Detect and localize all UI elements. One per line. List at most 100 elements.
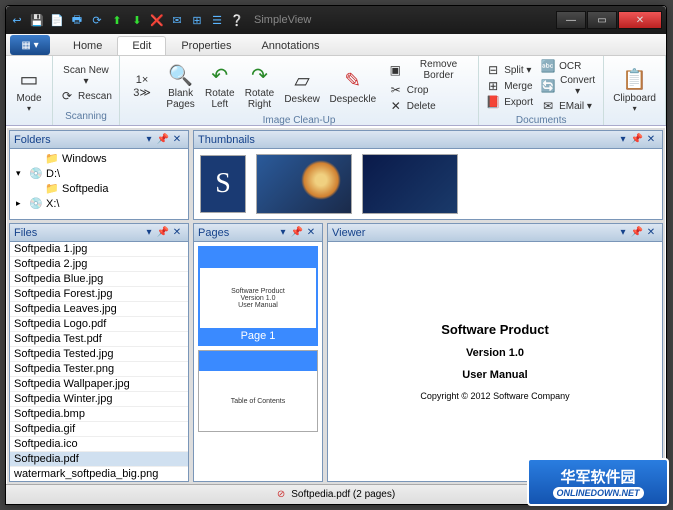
- window-buttons: — ▭ ✕: [555, 11, 662, 29]
- delete-icon: ✕: [389, 99, 403, 113]
- close-panel-icon[interactable]: ✕: [170, 133, 184, 147]
- ocr-button[interactable]: 🔤OCR: [538, 58, 599, 74]
- qat-icon[interactable]: ⬇: [130, 13, 144, 27]
- close-panel-icon[interactable]: ✕: [170, 226, 184, 240]
- blank-pages-icon: 🔍: [167, 62, 195, 88]
- window-title: SimpleView: [254, 14, 555, 26]
- file-item[interactable]: Softpedia Blue.jpg: [10, 272, 188, 287]
- convert-button[interactable]: 🔄Convert ▾: [538, 74, 599, 98]
- thumbnail-item[interactable]: [362, 154, 458, 214]
- email-button[interactable]: ✉EMail ▾: [538, 98, 599, 114]
- file-item[interactable]: Softpedia Wallpaper.jpg: [10, 377, 188, 392]
- split-button[interactable]: ⊟Split ▾: [483, 62, 536, 78]
- file-item[interactable]: Softpedia.gif: [10, 422, 188, 437]
- tab-annotations[interactable]: Annotations: [246, 36, 334, 55]
- folder-tree[interactable]: 📁Windows▾💿D:\📁Softpedia▸💿X:\: [10, 149, 188, 213]
- qat-icon[interactable]: ⊞: [190, 13, 204, 27]
- folder-item[interactable]: 📁Softpedia: [12, 181, 186, 196]
- file-item[interactable]: Softpedia.ico: [10, 437, 188, 452]
- rescan-button[interactable]: ⟳Rescan: [57, 88, 115, 104]
- clipboard-button[interactable]: 📋Clipboard▾: [608, 65, 661, 115]
- tab-edit[interactable]: Edit: [117, 36, 166, 55]
- qat-icon[interactable]: ☰: [210, 13, 224, 27]
- folder-item[interactable]: 📁Windows: [12, 151, 186, 166]
- thumbnails-panel: Thumbnails ▾ 📌 ✕ S: [193, 130, 663, 220]
- file-item[interactable]: Softpedia Tested.jpg: [10, 347, 188, 362]
- mode-button[interactable]: ▭ Mode▾: [10, 65, 48, 115]
- delete-button[interactable]: ✕Delete: [386, 98, 474, 114]
- folder-item[interactable]: ▾💿D:\: [12, 166, 186, 181]
- qat-icon[interactable]: 📄: [50, 13, 64, 27]
- deskew-button[interactable]: ▱Deskew: [280, 66, 323, 107]
- file-item[interactable]: Softpedia Winter.jpg: [10, 392, 188, 407]
- minimize-button[interactable]: —: [556, 11, 586, 29]
- qat-icon[interactable]: ✉: [170, 13, 184, 27]
- app-window: ↩ 💾 📄 🖶 ⟳ ⬆ ⬇ ❌ ✉ ⊞ ☰ ❔ SimpleView — ▭ ✕…: [5, 5, 667, 505]
- file-item[interactable]: Softpedia Leaves.jpg: [10, 302, 188, 317]
- crop-button[interactable]: ✂Crop: [386, 82, 474, 98]
- qat-icon[interactable]: ⟳: [90, 13, 104, 27]
- file-item[interactable]: Softpedia Test.pdf: [10, 332, 188, 347]
- dropdown-icon[interactable]: ▾: [142, 133, 156, 147]
- page-thumbnail[interactable]: Table of Contents: [198, 350, 318, 432]
- page-thumbnail[interactable]: Software Product Version 1.0 User Manual…: [198, 246, 318, 346]
- qat-icon[interactable]: ⬆: [110, 13, 124, 27]
- tab-home[interactable]: Home: [58, 36, 117, 55]
- despeckle-icon: ✎: [339, 68, 367, 94]
- close-button[interactable]: ✕: [618, 11, 662, 29]
- pin-icon[interactable]: 📌: [630, 133, 644, 147]
- help-icon[interactable]: ❔: [230, 13, 244, 27]
- close-panel-icon[interactable]: ✕: [644, 226, 658, 240]
- duplicate-button[interactable]: 1× 3≫: [124, 71, 160, 101]
- remove-border-icon: ▣: [389, 63, 402, 77]
- file-item[interactable]: Softpedia Logo.pdf: [10, 317, 188, 332]
- pin-icon[interactable]: 📌: [630, 226, 644, 240]
- clipboard-icon: 📋: [621, 67, 649, 93]
- dropdown-icon[interactable]: ▾: [616, 226, 630, 240]
- dropdown-icon[interactable]: ▾: [276, 226, 290, 240]
- file-item[interactable]: Softpedia Forest.jpg: [10, 287, 188, 302]
- file-item[interactable]: Softpedia Tester.png: [10, 362, 188, 377]
- tab-properties[interactable]: Properties: [166, 36, 246, 55]
- pin-icon[interactable]: 📌: [290, 226, 304, 240]
- viewer-body[interactable]: Software Product Version 1.0 User Manual…: [328, 242, 662, 481]
- status-text: Softpedia.pdf (2 pages): [291, 489, 395, 500]
- convert-icon: 🔄: [541, 79, 555, 93]
- titlebar: ↩ 💾 📄 🖶 ⟳ ⬆ ⬇ ❌ ✉ ⊞ ☰ ❔ SimpleView — ▭ ✕: [6, 6, 666, 34]
- qat-icon[interactable]: ↩: [10, 13, 24, 27]
- file-list[interactable]: Softpedia 1.jpgSoftpedia 2.jpgSoftpedia …: [10, 242, 188, 481]
- close-panel-icon[interactable]: ✕: [644, 133, 658, 147]
- ocr-icon: 🔤: [541, 59, 555, 73]
- despeckle-button[interactable]: ✎Despeckle: [326, 66, 380, 107]
- file-item[interactable]: watermark_softpedia_big.png: [10, 467, 188, 481]
- rotate-right-button[interactable]: ↷Rotate Right: [241, 60, 279, 112]
- file-item[interactable]: Softpedia 2.jpg: [10, 257, 188, 272]
- qat-icon[interactable]: ❌: [150, 13, 164, 27]
- file-item[interactable]: Softpedia.pdf: [10, 452, 188, 467]
- blank-pages-button[interactable]: 🔍Blank Pages: [162, 60, 199, 112]
- rotate-left-button[interactable]: ↶Rotate Left: [201, 60, 239, 112]
- doc-copyright: Copyright © 2012 Software Company: [420, 391, 569, 401]
- pin-icon[interactable]: 📌: [156, 133, 170, 147]
- app-menu-button[interactable]: ▦ ▾: [10, 35, 50, 55]
- group-documents: Documents: [483, 114, 599, 127]
- thumbnail-item[interactable]: [256, 154, 352, 214]
- pages-body[interactable]: Software Product Version 1.0 User Manual…: [194, 242, 322, 481]
- export-button[interactable]: 📕Export: [483, 94, 536, 110]
- qat-icon[interactable]: 💾: [30, 13, 44, 27]
- folder-item[interactable]: ▸💿X:\: [12, 196, 186, 211]
- crop-icon: ✂: [389, 83, 403, 97]
- qat-icon[interactable]: 🖶: [70, 13, 84, 27]
- file-item[interactable]: Softpedia 1.jpg: [10, 242, 188, 257]
- dropdown-icon[interactable]: ▾: [142, 226, 156, 240]
- merge-button[interactable]: ⊞Merge: [483, 78, 536, 94]
- close-panel-icon[interactable]: ✕: [304, 226, 318, 240]
- scan-new-button[interactable]: Scan New ▾: [57, 64, 115, 88]
- maximize-button[interactable]: ▭: [587, 11, 617, 29]
- doc-subtitle: User Manual: [462, 369, 527, 381]
- pin-icon[interactable]: 📌: [156, 226, 170, 240]
- dropdown-icon[interactable]: ▾: [616, 133, 630, 147]
- file-item[interactable]: Softpedia.bmp: [10, 407, 188, 422]
- remove-border-button[interactable]: ▣Remove Border: [386, 58, 474, 82]
- thumbnail-item[interactable]: S: [200, 155, 246, 213]
